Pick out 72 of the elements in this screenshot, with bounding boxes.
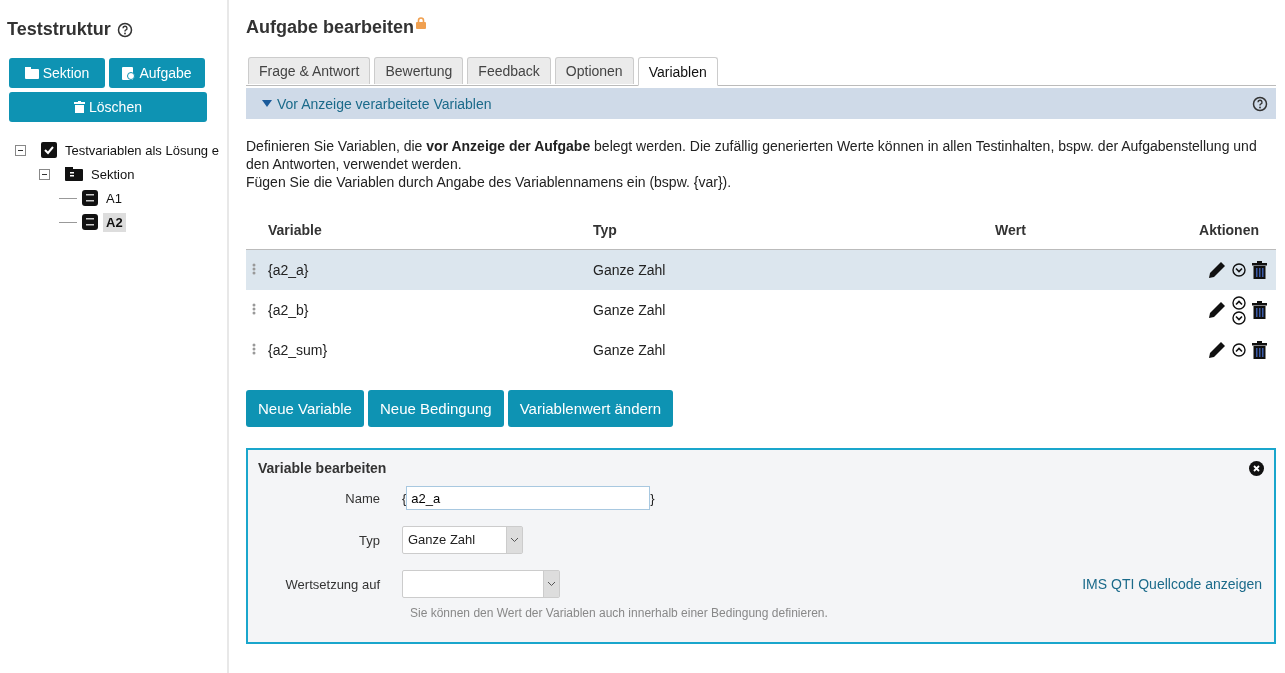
- move-down-icon[interactable]: [1232, 263, 1246, 277]
- caret-icon: [262, 99, 272, 108]
- panel-title: Vor Anzeige verarbeitete Variablen: [277, 95, 493, 112]
- hint-text: Sie können den Wert der Variablen auch innerhalb einer Bedingung definieren.: [410, 606, 829, 620]
- document-icon: [82, 214, 98, 230]
- editor-title: Variable bearbeiten: [258, 460, 387, 476]
- pencil-icon[interactable]: [1208, 301, 1226, 319]
- move-down-icon[interactable]: [1232, 310, 1246, 325]
- brace-text: }: [650, 490, 655, 506]
- drag-handle-icon[interactable]: [252, 343, 256, 355]
- sidebar-button[interactable]: Sektion: [9, 58, 105, 88]
- column-header: Aktionen: [1199, 222, 1259, 238]
- brace-text: {: [402, 490, 407, 506]
- move-up-icon[interactable]: [1232, 343, 1246, 357]
- table-cell: Ganze Zahl: [593, 262, 666, 278]
- table-cell: {a2_sum}: [268, 342, 328, 358]
- sidebar-title: Teststruktur: [7, 19, 111, 40]
- drag-handle-icon[interactable]: [252, 263, 256, 275]
- field-label: Typ: [358, 532, 380, 548]
- tree-toggle[interactable]: [39, 168, 50, 180]
- table-cell: {a2_b}: [268, 302, 309, 318]
- drag-handle-icon[interactable]: [252, 303, 256, 315]
- tree-item[interactable]: Testvariablen als Lösung e: [62, 140, 222, 160]
- panel-header[interactable]: Vor Anzeige verarbeitete Variablen: [246, 88, 1276, 119]
- folder-icon: [24, 67, 39, 79]
- checkbox-icon: [41, 142, 57, 158]
- sidebar-button[interactable]: Aufgabe: [109, 58, 205, 88]
- trash-icon[interactable]: [1252, 261, 1267, 279]
- column-header: Variable: [268, 222, 322, 238]
- table-row[interactable]: {a2_sum} Ganze Zahl: [246, 330, 1276, 370]
- tab[interactable]: Frage & Antwort: [248, 57, 371, 84]
- tab[interactable]: Bewertung: [374, 57, 464, 84]
- type-dropdown[interactable]: Ganze Zahl: [402, 526, 523, 554]
- document-icon: [82, 190, 98, 206]
- sidebar-button[interactable]: Löschen: [9, 92, 207, 122]
- help-icon[interactable]: [1252, 95, 1268, 112]
- source-code-link[interactable]: IMS QTI Quellcode anzeigen: [1082, 576, 1262, 592]
- trash-icon[interactable]: [1252, 341, 1267, 359]
- description-text: Definieren Sie Variablen, die vor Anzeige der Aufgabe belegt werden. Die zufällig generierten Werte können in allen Testinhalten, bspw. der Aufgabenstellung und den Antworten, verwendet werden.: [246, 137, 1258, 173]
- move-up-icon[interactable]: [1232, 295, 1246, 310]
- tree-toggle[interactable]: [15, 144, 26, 156]
- tree-item[interactable]: A2: [103, 212, 126, 232]
- field-label: Wertsetzung auf: [284, 576, 380, 592]
- chevron-down-icon: [547, 581, 556, 587]
- name-field[interactable]: a2_a: [406, 486, 651, 510]
- tab[interactable]: Optionen: [554, 57, 634, 84]
- table-row[interactable]: {a2_b} Ganze Zahl: [246, 290, 1276, 330]
- field-label: Name: [344, 490, 380, 506]
- action-button[interactable]: Neue Variable: [246, 390, 364, 427]
- tree-item[interactable]: Sektion: [88, 164, 138, 184]
- tab[interactable]: Variablen: [637, 57, 718, 86]
- column-header: Typ: [593, 222, 617, 238]
- page-title: Aufgabe bearbeiten: [246, 17, 415, 38]
- tree-item[interactable]: A1: [103, 188, 125, 208]
- close-icon[interactable]: [1249, 460, 1264, 476]
- tab[interactable]: Feedback: [467, 57, 551, 84]
- action-button[interactable]: Variablenwert ändern: [507, 390, 674, 427]
- action-button[interactable]: Neue Bedingung: [367, 390, 504, 427]
- table-cell: Ganze Zahl: [593, 342, 666, 358]
- trash-icon: [74, 101, 86, 113]
- help-icon[interactable]: [116, 21, 133, 38]
- pencil-icon[interactable]: [1208, 261, 1226, 279]
- folder-icon: [65, 167, 83, 181]
- pencil-icon[interactable]: [1208, 341, 1226, 359]
- table-cell: Ganze Zahl: [593, 302, 666, 318]
- document-icon: [122, 66, 136, 80]
- description-text: Fügen Sie die Variablen durch Angabe des Variablennamens ein (bspw. {var}).: [246, 173, 733, 191]
- column-header: Wert: [995, 222, 1026, 238]
- chevron-down-icon: [510, 537, 519, 543]
- table-cell: {a2_a}: [268, 262, 309, 278]
- trash-icon[interactable]: [1252, 301, 1267, 319]
- table-row[interactable]: {a2_a} Ganze Zahl: [246, 249, 1276, 290]
